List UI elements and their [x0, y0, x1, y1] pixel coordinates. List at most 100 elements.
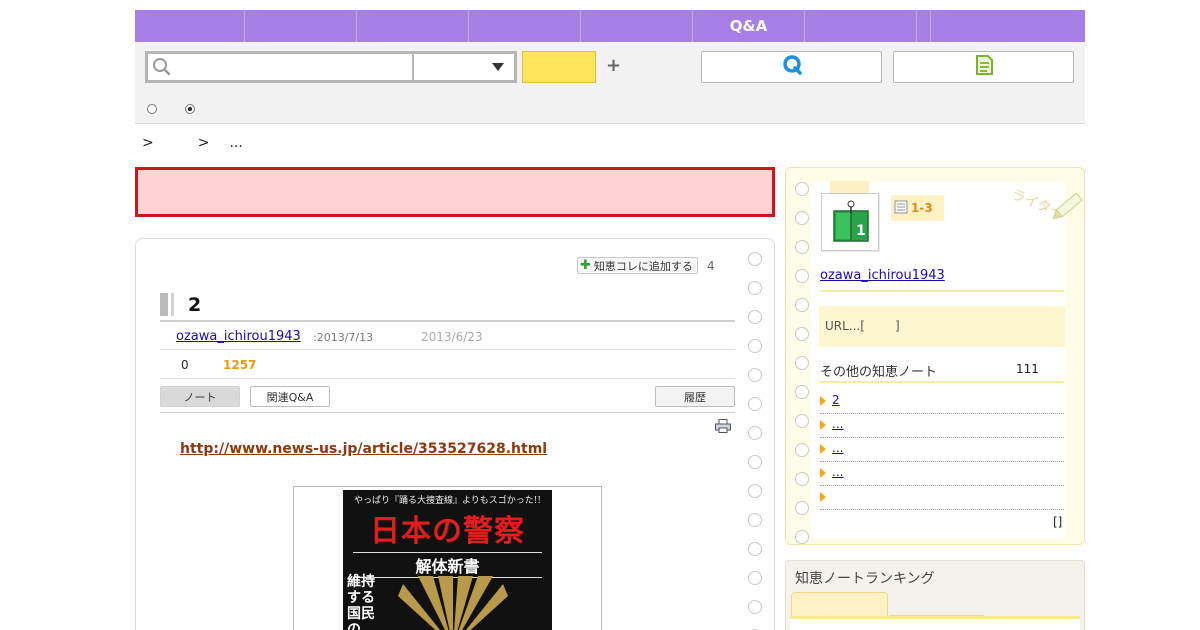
profile-url-label: URL...[ [825, 319, 865, 333]
add-to-chiecolle-button[interactable]: ✚ 知恵コレに追加する [577, 257, 698, 274]
sidebar-author-link[interactable]: ozawa_ichirou1943 [820, 268, 945, 283]
browser-viewport: Q&A + > > ... ✚ 知恵コレに追加する 4 2 ozawa_ichi… [0, 0, 1200, 630]
binder-ring [748, 252, 762, 266]
nav-item-4[interactable] [469, 10, 581, 42]
search-button[interactable] [522, 51, 596, 83]
binder-ring [748, 455, 762, 469]
external-article-link[interactable]: http://www.news-us.jp/article/353527628.… [180, 441, 547, 457]
triangle-bullet-icon [820, 492, 826, 502]
nav-item-8[interactable] [917, 10, 931, 42]
search-icon [148, 54, 174, 80]
ranking-title: 知恵ノートランキング [795, 571, 935, 587]
avatar[interactable]: 1 [821, 193, 879, 251]
book-image-frame: やっぱり『踊る大捜査線』よりもスゴかった!! 日本の警察 解体新書 維持する国民… [293, 486, 602, 630]
breadcrumb-current: ... [229, 135, 243, 151]
other-note-link[interactable]: ... [832, 441, 843, 455]
search-scope-radio-2[interactable] [185, 104, 195, 114]
tab-note[interactable]: ノート [160, 386, 240, 407]
other-notes-count: 111 [1016, 362, 1039, 376]
binder-ring [748, 368, 762, 382]
binder-ring [795, 501, 809, 515]
binder-ring [795, 443, 809, 457]
binder-ring [748, 600, 762, 614]
other-note-link[interactable]: ... [832, 417, 843, 431]
title-marker-thin [171, 293, 174, 316]
level-value: 1-3 [911, 201, 933, 215]
stat-count: 0 [181, 358, 189, 372]
triangle-bullet-icon [820, 468, 826, 478]
breadcrumb-sep: > [142, 135, 154, 151]
binder-ring [795, 182, 809, 196]
profile-url-box: URL...[] [819, 306, 1065, 347]
binder-ring [795, 269, 809, 283]
question-q-icon [781, 54, 803, 80]
other-note-link[interactable]: ... [832, 465, 843, 479]
writer-pencil-decoration: ライター [1006, 182, 1085, 232]
note-stats: 0 1257 [160, 353, 735, 379]
breadcrumb: > > ... [142, 135, 243, 151]
author-link[interactable]: ozawa_ichirou1943 [176, 329, 301, 344]
list-item [820, 486, 1064, 510]
breadcrumb-sep: > [197, 135, 210, 151]
nav-item-9[interactable] [931, 10, 1085, 42]
binder-ring [795, 530, 809, 544]
nav-item-qa[interactable]: Q&A [693, 10, 805, 42]
note-title-bar: 2 [160, 293, 735, 322]
page: Q&A + > > ... ✚ 知恵コレに追加する 4 2 ozawa_ichi… [116, 10, 1085, 630]
binder-rings [748, 252, 762, 630]
binder-ring [748, 310, 762, 324]
alert-link[interactable] [430, 184, 480, 200]
search-scope-radio-1[interactable] [147, 104, 157, 114]
binder-ring [748, 397, 762, 411]
tab-related-qa[interactable]: 関連Q&A [250, 386, 330, 407]
ranking-list [790, 616, 1080, 630]
ask-question-button[interactable] [701, 51, 882, 83]
nav-item-5[interactable] [581, 10, 693, 42]
triangle-bullet-icon [820, 420, 826, 430]
other-notes-list: 2 ... ... ... [820, 390, 1064, 510]
other-notes-header: その他の知恵ノート 111 [820, 361, 1064, 383]
profile-url-close: ] [894, 319, 900, 333]
nav-item-1[interactable] [135, 10, 245, 42]
triangle-bullet-icon [820, 396, 826, 406]
triangle-bullet-icon [820, 444, 826, 454]
print-icon[interactable] [715, 418, 731, 433]
notebook-level-icon [894, 200, 908, 217]
other-note-link[interactable]: 2 [832, 393, 840, 407]
binder-ring [748, 484, 762, 498]
nav-item-7[interactable] [805, 10, 917, 42]
more-notes-link[interactable]: [] [1053, 515, 1062, 529]
created-date: :2013/7/13 [313, 331, 374, 344]
binder-ring [795, 385, 809, 399]
search-input[interactable] [174, 55, 414, 79]
binder-ring [795, 356, 809, 370]
avatar-note-icon: 1 [833, 200, 869, 242]
chiecolle-count: 4 [707, 259, 715, 273]
note-meta: ozawa_ichirou1943 :2013/7/13 2013/6/23 [160, 326, 735, 350]
nav-item-3[interactable] [357, 10, 469, 42]
breadcrumb-item[interactable] [154, 135, 198, 151]
binder-ring [795, 298, 809, 312]
nav-item-2[interactable] [245, 10, 357, 42]
binder-ring [748, 571, 762, 585]
book-side-text: 維持する国民の [347, 574, 375, 630]
chevron-down-icon [492, 63, 504, 71]
tab-history[interactable]: 履歴 [655, 386, 735, 407]
binder-ring [748, 281, 762, 295]
binder-ring [795, 327, 809, 341]
category-select[interactable] [412, 51, 517, 83]
binder-ring [795, 240, 809, 254]
ranking-tab-active[interactable] [791, 592, 888, 616]
note-tabs: ノート 関連Q&A 履歴 [160, 386, 735, 413]
updated-date: 2013/6/23 [421, 330, 483, 344]
binder-ring [795, 211, 809, 225]
svg-text:1: 1 [856, 223, 866, 239]
binder-ring [748, 542, 762, 556]
level-badge: 1-3 [891, 195, 944, 221]
write-note-button[interactable] [893, 51, 1074, 83]
book-cover-image: やっぱり『踊る大捜査線』よりもスゴかった!! 日本の警察 解体新書 維持する国民… [343, 490, 552, 630]
book-tagline: やっぱり『踊る大捜査線』よりもスゴかった!! [353, 496, 542, 506]
sidebar-binder-rings [795, 182, 809, 544]
plus-icon[interactable]: + [606, 55, 621, 76]
book-title: 日本の警察 [370, 514, 525, 549]
